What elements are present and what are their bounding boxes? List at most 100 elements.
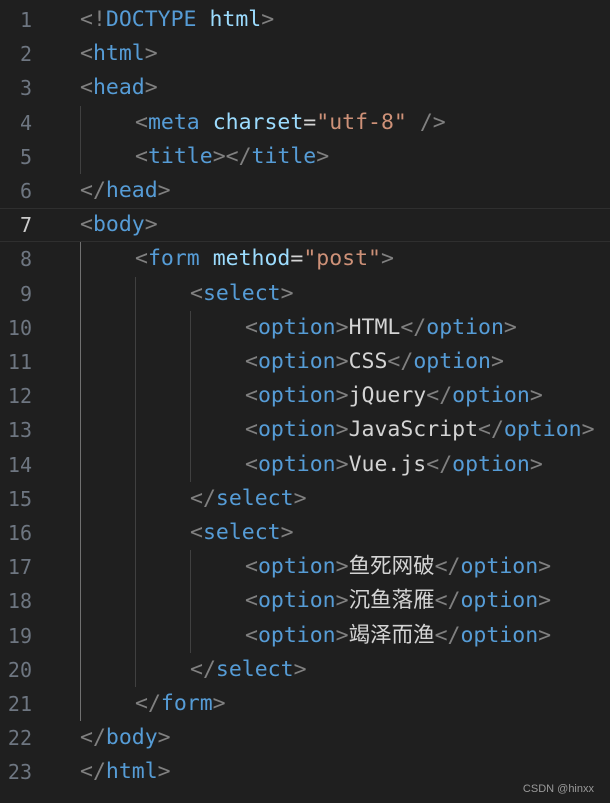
- code-punctuation: >: [335, 417, 349, 443]
- code-line[interactable]: 9 <select>: [0, 277, 610, 311]
- code-punctuation: >: [581, 417, 595, 443]
- code-tag-name: form: [160, 691, 213, 716]
- line-number: 2: [19, 42, 32, 67]
- code-punctuation: >: [212, 691, 226, 716]
- code-line[interactable]: 17 <option>鱼死网破</option>: [0, 550, 610, 584]
- code-content[interactable]: </head>: [80, 174, 171, 208]
- line-number: 7: [19, 213, 32, 238]
- code-line[interactable]: 18 <option>沉鱼落雁</option>: [0, 584, 610, 618]
- code-line[interactable]: 6 </head>: [0, 174, 610, 208]
- code-content[interactable]: <option>Vue.js</option>: [245, 448, 543, 482]
- code-content[interactable]: </form>: [135, 687, 226, 721]
- code-line[interactable]: 14 <option>Vue.js</option>: [0, 448, 610, 482]
- code-text: Vue.js: [348, 451, 427, 477]
- code-content[interactable]: <!DOCTYPE html>: [80, 3, 274, 37]
- line-number: 14: [7, 452, 32, 477]
- code-punctuation: <: [135, 143, 148, 169]
- code-punctuation: ></: [212, 143, 252, 169]
- code-tag-name: option: [452, 451, 530, 477]
- code-punctuation: </: [80, 178, 106, 203]
- code-content[interactable]: <option>沉鱼落雁</option>: [245, 584, 551, 618]
- code-line[interactable]: 3 <head>: [0, 71, 610, 105]
- line-number: 18: [7, 589, 32, 614]
- code-punctuation: >: [335, 314, 349, 340]
- code-punctuation: >: [538, 622, 552, 648]
- code-punctuation: <: [245, 417, 258, 443]
- code-content[interactable]: <option>CSS</option>: [245, 345, 504, 379]
- code-line[interactable]: 12 <option>jQuery</option>: [0, 379, 610, 413]
- code-punctuation: >: [490, 349, 504, 374]
- code-tag-name: option: [460, 622, 539, 648]
- code-punctuation: </: [80, 725, 106, 751]
- code-line[interactable]: 4 <meta charset="utf-8" />: [0, 106, 610, 140]
- code-line[interactable]: 22 </body>: [0, 721, 610, 755]
- code-text: HTML: [348, 314, 401, 340]
- code-content[interactable]: <form method="post">: [135, 242, 394, 276]
- code-line[interactable]: 20 </select>: [0, 653, 610, 687]
- code-content[interactable]: <option>jQuery</option>: [245, 379, 543, 413]
- code-content[interactable]: <option>JavaScript</option>: [245, 413, 595, 447]
- code-line[interactable]: 15 </select>: [0, 482, 610, 516]
- code-line[interactable]: 13 <option>JavaScript</option>: [0, 413, 610, 447]
- code-editor[interactable]: 1 <!DOCTYPE html> 2 <html> 3 <head> 4 <meta cha…: [0, 0, 610, 803]
- code-tag-name: html: [105, 759, 158, 785]
- code-content[interactable]: </select>: [190, 653, 307, 687]
- code-line[interactable]: 5 <title></title>: [0, 140, 610, 174]
- code-punctuation: </: [400, 314, 427, 340]
- code-content[interactable]: <body>: [80, 208, 158, 242]
- code-tag-name: head: [92, 75, 145, 101]
- code-punctuation: >: [380, 246, 394, 272]
- line-number: 5: [19, 144, 32, 169]
- code-line[interactable]: 7 <body>: [0, 208, 610, 242]
- code-tag-name: meta: [147, 109, 200, 135]
- code-tag-name: head: [105, 178, 158, 203]
- code-punctuation: <: [190, 520, 203, 545]
- code-tag-name: option: [257, 451, 336, 477]
- code-line[interactable]: 21 </form>: [0, 687, 610, 721]
- code-tag-name: body: [92, 212, 145, 238]
- code-content[interactable]: <head>: [80, 71, 158, 105]
- code-content[interactable]: <option>竭泽而渔</option>: [245, 619, 551, 653]
- line-number: 22: [7, 726, 32, 751]
- code-punctuation: <: [245, 383, 258, 409]
- code-content[interactable]: <option>HTML</option>: [245, 311, 517, 345]
- code-line[interactable]: 16 <select>: [0, 516, 610, 550]
- code-line[interactable]: 23 </html>: [0, 755, 610, 789]
- code-content[interactable]: <title></title>: [135, 140, 329, 174]
- code-attribute: html: [209, 7, 262, 32]
- code-line[interactable]: 19 <option>竭泽而渔</option>: [0, 619, 610, 653]
- line-number: 9: [19, 281, 32, 306]
- code-tag-name: option: [257, 349, 336, 374]
- line-number: 23: [7, 760, 32, 785]
- line-number: 8: [19, 247, 32, 272]
- code-punctuation: >: [503, 314, 517, 340]
- code-punctuation: <: [80, 75, 93, 101]
- code-attribute: method: [212, 246, 291, 272]
- line-number: 17: [7, 555, 32, 580]
- code-punctuation: </: [190, 485, 216, 511]
- code-line[interactable]: 10 <option>HTML</option>: [0, 311, 610, 345]
- code-line[interactable]: 11 <option>CSS</option>: [0, 345, 610, 379]
- code-content[interactable]: <html>: [80, 37, 158, 71]
- line-number: 15: [7, 486, 32, 511]
- code-content[interactable]: <meta charset="utf-8" />: [135, 106, 446, 140]
- code-tag-name: option: [452, 383, 530, 409]
- code-content[interactable]: <option>鱼死网破</option>: [245, 550, 551, 584]
- line-number: 1: [19, 8, 32, 32]
- code-punctuation: >: [538, 588, 552, 614]
- code-line[interactable]: 1 <!DOCTYPE html>: [0, 3, 610, 37]
- code-line[interactable]: 2 <html>: [0, 37, 610, 71]
- code-punctuation: <!: [80, 7, 106, 32]
- code-content[interactable]: </body>: [80, 721, 171, 755]
- code-tag-name: html: [92, 41, 145, 67]
- code-line[interactable]: 8 <form method="post">: [0, 242, 610, 276]
- code-content[interactable]: <select>: [190, 277, 294, 311]
- code-punctuation: >: [157, 178, 171, 203]
- code-punctuation: <: [245, 554, 258, 580]
- code-content[interactable]: </select>: [190, 482, 307, 516]
- code-tag-name: DOCTYPE: [105, 7, 197, 32]
- code-content[interactable]: <select>: [190, 516, 294, 550]
- code-content[interactable]: </html>: [80, 755, 171, 789]
